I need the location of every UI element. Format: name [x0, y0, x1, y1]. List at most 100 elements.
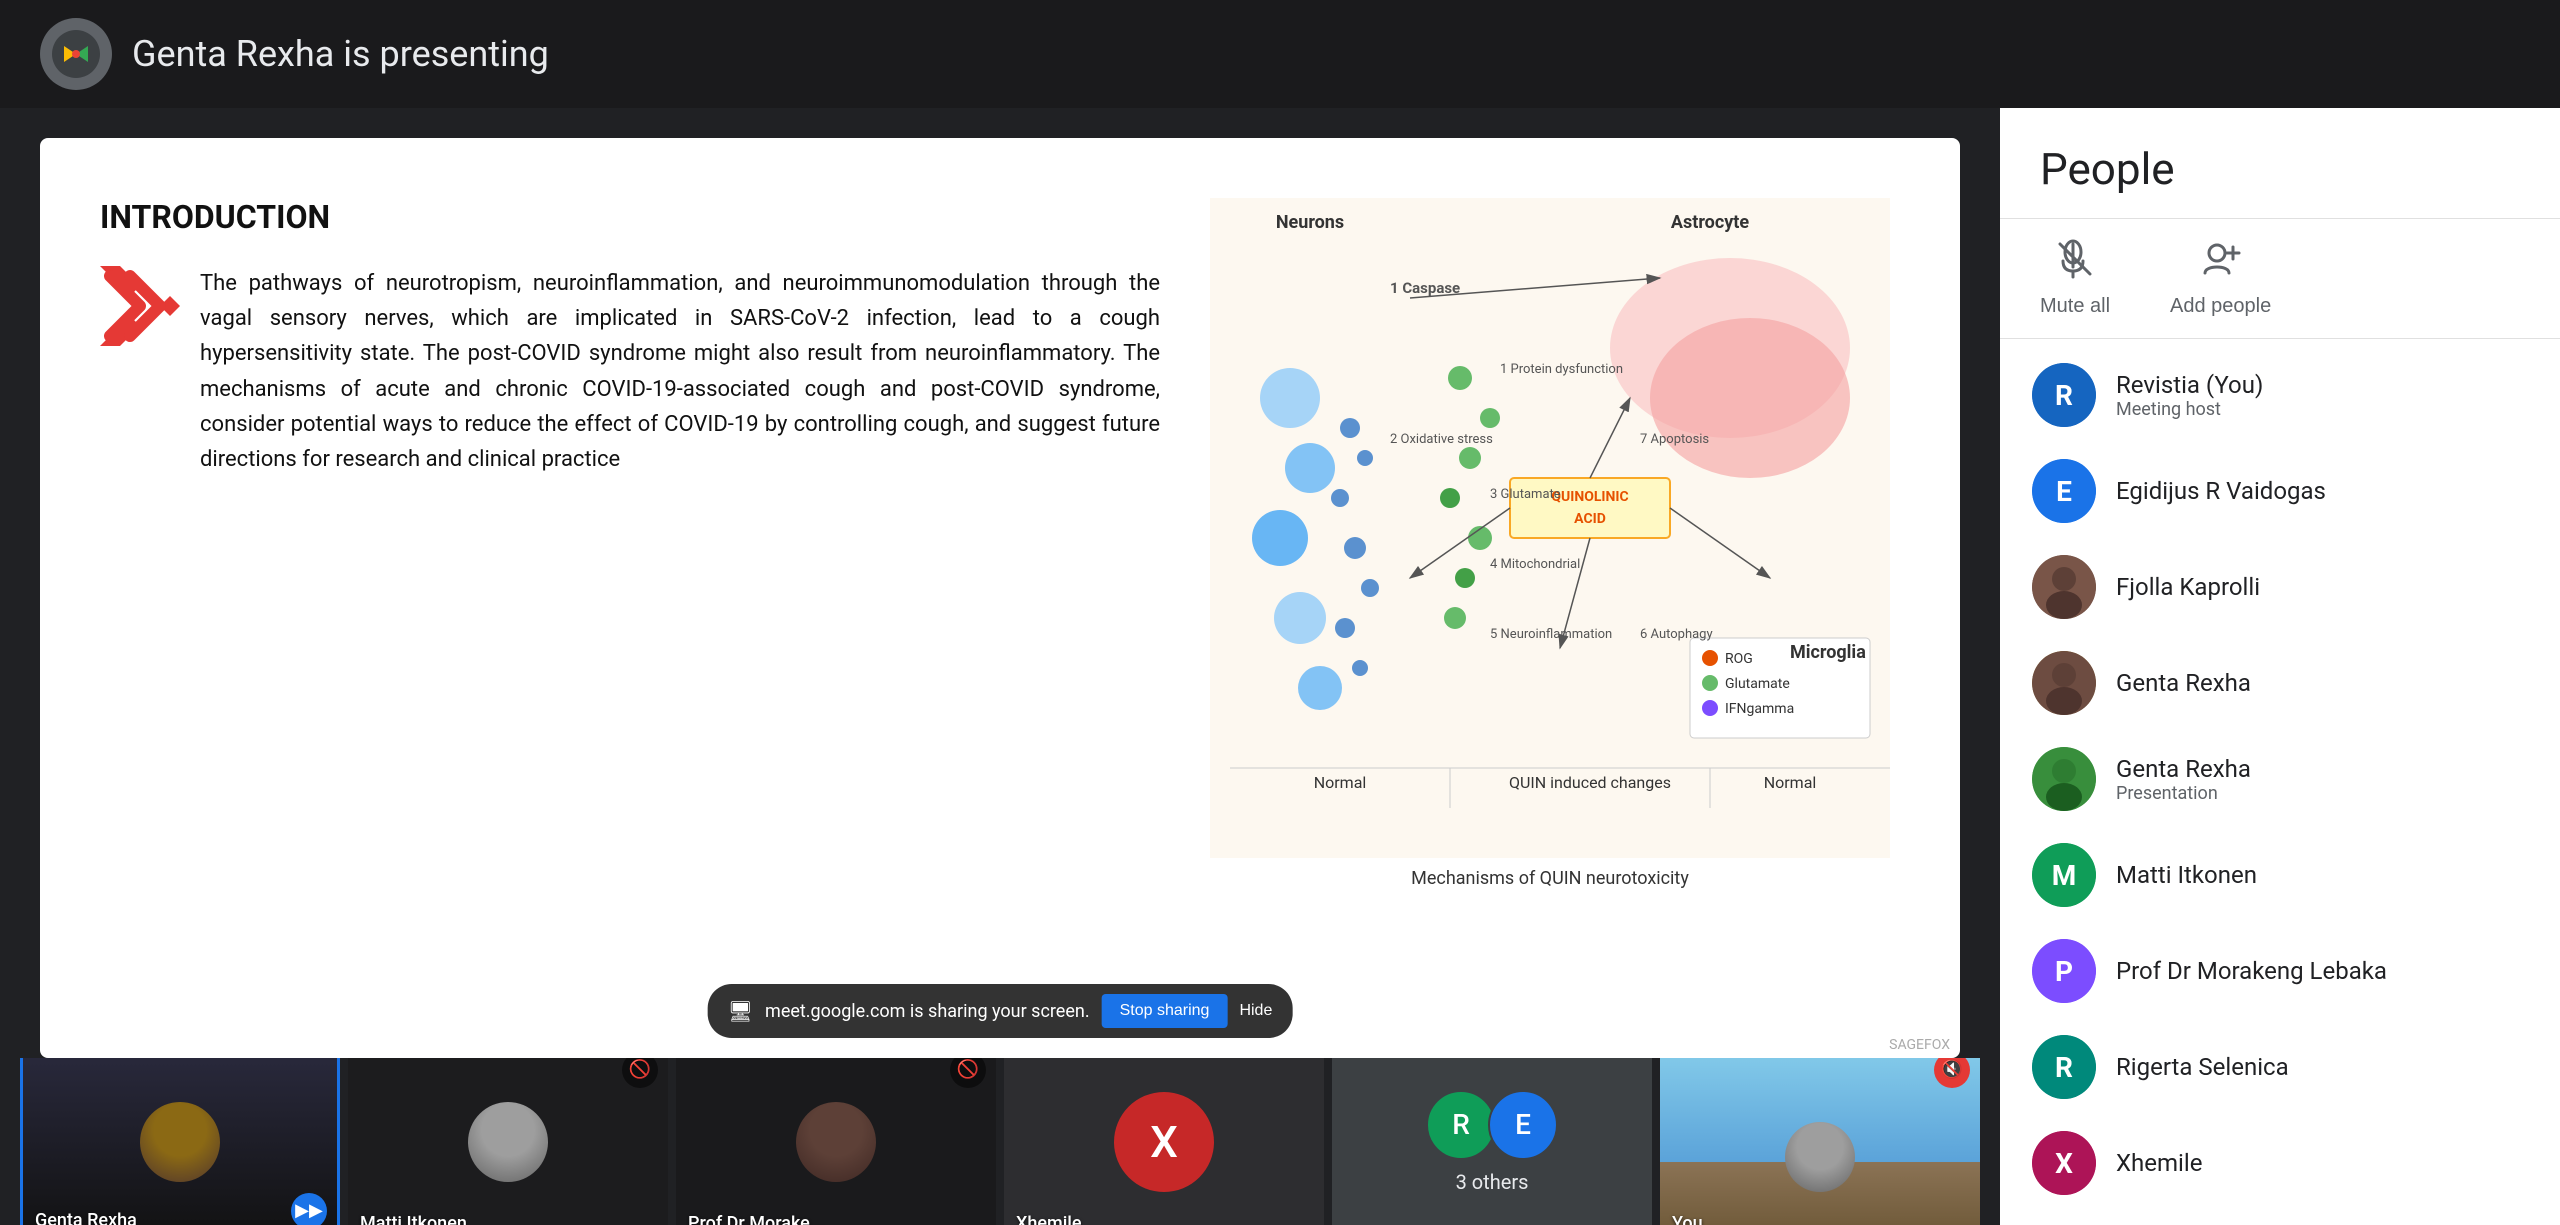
add-people-icon [2201, 239, 2241, 287]
avatar-egidijus: E [2032, 459, 2096, 523]
person-info-genta-presentation: Genta Rexha Presentation [2116, 755, 2560, 804]
person-name-matti: Matti Itkonen [2116, 861, 2560, 889]
thumbnail-others[interactable]: R E 3 others [1332, 1058, 1652, 1225]
person-role-revistia: Meeting host [2116, 399, 2560, 420]
person-info-egidijus: Egidijus R Vaidogas [2116, 477, 2560, 505]
svg-text:QUINOLINIC: QUINOLINIC [1551, 489, 1628, 505]
svg-text:4 Mitochondrial: 4 Mitochondrial [1490, 557, 1580, 572]
svg-text:QUIN induced changes: QUIN induced changes [1509, 773, 1671, 792]
thumbnail-genta-rexha[interactable]: ▶▶ Genta Rexha [20, 1058, 340, 1225]
monitor-icon: 🖥 [728, 999, 753, 1023]
svg-text:Normal: Normal [1764, 773, 1817, 792]
mute-all-label: Mute all [2040, 295, 2110, 318]
others-avatars: R E [1426, 1090, 1558, 1160]
slide-body-row: The pathways of neurotropism, neuroinfla… [100, 266, 1160, 477]
person-name-xhemile: Xhemile [2116, 1149, 2560, 1177]
thumbnail-you[interactable]: 🔇 You [1660, 1058, 1980, 1225]
thumbnail-label-matti: Matti Itkonen [360, 1213, 467, 1225]
svg-text:Normal: Normal [1314, 773, 1367, 792]
add-people-button[interactable]: Add people [2170, 239, 2271, 318]
main-content: INTRODUCTION [0, 108, 2560, 1225]
svg-text:ACID: ACID [1574, 511, 1606, 527]
svg-text:R: R [2055, 379, 2073, 412]
sharing-text: meet.google.com is sharing your screen. [765, 1001, 1090, 1022]
chevron-icon [100, 266, 180, 346]
mute-all-button[interactable]: Mute all [2040, 239, 2110, 318]
person-name-genta-presentation: Genta Rexha [2116, 755, 2560, 783]
slide-body-text: The pathways of neurotropism, neuroinfla… [200, 266, 1160, 477]
person-info-matti: Matti Itkonen [2116, 861, 2560, 889]
avatar-xhemile: X [2032, 1131, 2096, 1195]
top-bar: Genta Rexha is presenting [0, 0, 2560, 108]
slide-caption: Mechanisms of QUIN neurotoxicity [1401, 858, 1699, 899]
thumbnail-xhemile[interactable]: X Xhemile [1004, 1058, 1324, 1225]
svg-text:IFNgamma: IFNgamma [1725, 701, 1794, 717]
svg-text:Astrocyte: Astrocyte [1671, 212, 1749, 233]
person-item-genta-presentation: Genta Rexha Presentation ⋮ [2000, 731, 2560, 827]
presenting-status: Genta Rexha is presenting [132, 33, 549, 75]
thumbnail-label-you: You [1672, 1213, 1703, 1225]
meet-logo [40, 18, 112, 90]
avatar-fjolla [2032, 555, 2096, 619]
hide-button[interactable]: Hide [1239, 1002, 1272, 1020]
person-name-prof-dr: Prof Dr Morakeng Lebaka [2116, 957, 2560, 985]
brain-diagram-svg: Neurons Astrocyte [1210, 198, 1890, 858]
person-name-revistia: Revistia (You) [2116, 371, 2560, 399]
avatar-rigerta: R [2032, 1035, 2096, 1099]
sagefox-label: SAGEFOX [1889, 1037, 1950, 1053]
avatar-revistia: R [2032, 363, 2096, 427]
person-item-prof-dr: P Prof Dr Morakeng Lebaka ⋮ [2000, 923, 2560, 1019]
svg-text:ROG: ROG [1725, 651, 1753, 667]
avatar-matti: M [2032, 843, 2096, 907]
sharing-banner: 🖥 meet.google.com is sharing your screen… [708, 984, 1293, 1038]
stop-sharing-button[interactable]: Stop sharing [1102, 994, 1228, 1028]
person-info-rigerta: Rigerta Selenica [2116, 1053, 2560, 1081]
people-list: R Revistia (You) Meeting host [2000, 339, 2560, 1225]
person-name-egidijus: Egidijus R Vaidogas [2116, 477, 2560, 505]
people-header: People ✕ [2000, 108, 2560, 219]
thumbnail-strip: ▶▶ Genta Rexha 🚫 Matti Itkonen 🚫 Prof Dr… [0, 1058, 2000, 1225]
thumbnail-label-genta: Genta Rexha [35, 1210, 137, 1225]
thumbnail-label-prof: Prof Dr Morake... [688, 1213, 825, 1225]
svg-text:1 Protein dysfunction: 1 Protein dysfunction [1500, 362, 1623, 377]
person-item-egidijus: E Egidijus R Vaidogas ⋮ [2000, 443, 2560, 539]
svg-text:1 Caspase: 1 Caspase [1390, 279, 1460, 297]
person-info-fjolla: Fjolla Kaprolli [2116, 573, 2560, 601]
svg-text:2 Oxidative stress: 2 Oxidative stress [1390, 432, 1493, 447]
svg-text:E: E [2056, 475, 2072, 508]
svg-text:Neurons: Neurons [1276, 212, 1344, 233]
person-item-xhemile: X Xhemile ⋮ [2000, 1115, 2560, 1211]
person-name-genta: Genta Rexha [2116, 669, 2560, 697]
person-item-revistia: R Revistia (You) Meeting host [2000, 347, 2560, 443]
person-item-genta: Genta Rexha ⋮ [2000, 635, 2560, 731]
svg-text:Glutamate: Glutamate [1725, 676, 1790, 692]
avatar-prof-dr: P [2032, 939, 2096, 1003]
person-role-genta-presentation: Presentation [2116, 783, 2560, 804]
person-info-prof-dr: Prof Dr Morakeng Lebaka [2116, 957, 2560, 985]
person-item-rigerta: R Rigerta Selenica ⋮ [2000, 1019, 2560, 1115]
svg-text:X: X [2055, 1147, 2073, 1180]
person-info-xhemile: Xhemile [2116, 1149, 2560, 1177]
mute-all-icon [2055, 239, 2095, 287]
person-name-rigerta: Rigerta Selenica [2116, 1053, 2560, 1081]
svg-text:P: P [2055, 955, 2073, 988]
avatar-genta [2032, 651, 2096, 715]
presentation-area: INTRODUCTION [0, 108, 2000, 1058]
svg-text:7 Apoptosis: 7 Apoptosis [1640, 432, 1709, 447]
people-actions: Mute all Add people [2000, 219, 2560, 339]
slide-title: INTRODUCTION [100, 198, 1160, 236]
person-info-genta: Genta Rexha [2116, 669, 2560, 697]
svg-text:3 Glutamate: 3 Glutamate [1490, 487, 1561, 502]
svg-text:Microglia: Microglia [1790, 642, 1866, 663]
slide-content: INTRODUCTION [40, 138, 1960, 899]
svg-text:5 Neuroinflammation: 5 Neuroinflammation [1490, 627, 1612, 642]
people-panel-title: People [2040, 143, 2175, 195]
speaking-indicator-thumb: ▶▶ [291, 1193, 327, 1225]
thumbnail-prof-morakeng[interactable]: 🚫 Prof Dr Morake... [676, 1058, 996, 1225]
person-item-matti: M Matti Itkonen ⋮ [2000, 827, 2560, 923]
thumbnail-label-xhemile: Xhemile [1016, 1213, 1082, 1225]
svg-text:6 Autophagy: 6 Autophagy [1640, 627, 1713, 642]
person-info-revistia: Revistia (You) Meeting host [2116, 371, 2560, 420]
thumbnail-matti-itkonen[interactable]: 🚫 Matti Itkonen [348, 1058, 668, 1225]
slide-text-area: INTRODUCTION [100, 198, 1200, 899]
